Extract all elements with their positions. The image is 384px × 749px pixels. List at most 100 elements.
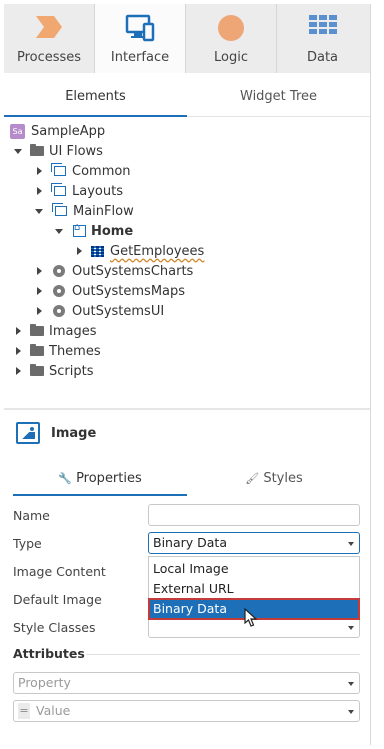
type-select[interactable]: Binary Data [148,532,360,554]
processes-icon [34,14,64,43]
tab-interface-label: Interface [110,50,170,65]
expression-equals-icon: = [18,703,30,719]
tree-label: Home [91,223,134,239]
panel-splitter[interactable] [4,408,370,410]
ui-flow-icon [51,183,66,196]
tab-widget-tree[interactable]: Widget Tree [187,78,370,116]
chevron-down-icon [348,626,354,630]
tab-interface[interactable]: Interface [95,4,186,73]
tab-properties-label: Properties [76,471,142,486]
folder-icon [30,324,44,336]
module-icon [53,305,65,317]
tab-data-label: Data [306,50,339,65]
tree-item-ui-flows[interactable]: UI Flows [14,141,103,161]
app-icon: Sa [10,123,25,139]
top-tab-bar: Processes Interface Logic Data [4,4,370,73]
default-image-label: Default Image [13,592,102,607]
ui-flow-icon [51,163,66,176]
properties-header: Image [16,418,96,448]
tree-item-images[interactable]: Images [16,321,97,341]
attributes-title: Attributes [13,646,85,661]
chevron-down-icon [348,682,354,686]
tree-label: OutSystemsUI [72,303,165,319]
type-label: Type [13,536,42,551]
name-label: Name [13,508,50,523]
tree-label: OutSystemsMaps [72,283,186,299]
chevron-right-icon[interactable] [37,307,42,315]
tree-item-sampleapp[interactable]: Sa SampleApp [10,121,105,141]
style-classes-label: Style Classes [13,620,96,635]
brush-icon: 🖌 [245,472,260,485]
tab-logic-label: Logic [214,50,248,65]
divider [86,654,360,655]
data-icon [308,14,338,43]
name-input[interactable] [148,504,360,526]
tree-label: UI Flows [49,143,103,159]
chevron-right-icon[interactable] [16,347,21,355]
tab-processes-label: Processes [16,50,82,65]
tree-item-getemployees[interactable]: GetEmployees [77,241,204,261]
tab-data[interactable]: Data [277,4,368,73]
chevron-right-icon[interactable] [16,367,21,375]
type-select-value: Binary Data [153,535,227,550]
interface-icon [125,14,155,45]
tab-elements[interactable]: Elements [4,78,187,117]
service-studio-panel: Processes Interface Logic Data Elements … [4,4,371,745]
value-placeholder: Value [36,703,71,718]
tree-label: Images [49,323,97,339]
chevron-right-icon[interactable] [37,167,42,175]
chevron-right-icon[interactable] [16,327,21,335]
image-widget-icon [16,422,40,444]
tree-item-outsystemscharts[interactable]: OutSystemsCharts [37,261,193,281]
tree-label: MainFlow [73,203,134,219]
tree-item-themes[interactable]: Themes [16,341,101,361]
chevron-down-icon[interactable] [14,148,22,154]
tree-label: Layouts [72,183,123,199]
tab-styles[interactable]: 🖌 Styles [187,462,361,496]
tree-item-home[interactable]: Home [55,221,133,241]
chevron-down-icon [348,542,354,546]
widget-title: Image [51,425,97,441]
module-icon [53,265,65,277]
attribute-value-input[interactable]: = Value [13,700,360,722]
tree-label: OutSystemsCharts [72,263,194,279]
tree-label: Themes [49,343,101,359]
chevron-down-icon [348,710,354,714]
option-local-image[interactable]: Local Image [149,559,359,579]
logic-icon [216,14,246,45]
folder-icon [30,364,44,376]
aggregate-icon [91,245,104,257]
chevron-right-icon[interactable] [77,247,82,255]
properties-tabs: 🔧 Properties 🖌 Styles [13,462,361,496]
tab-properties[interactable]: 🔧 Properties [13,462,187,496]
tree-item-scripts[interactable]: Scripts [16,361,93,381]
chevron-right-icon[interactable] [37,287,42,295]
ui-flow-icon [52,203,67,216]
property-placeholder: Property [18,675,71,690]
tab-styles-label: Styles [263,471,303,486]
tree-label: GetEmployees [110,243,205,259]
tree-item-common[interactable]: Common [37,161,131,181]
mouse-cursor-icon [244,607,258,631]
image-content-label: Image Content [13,564,106,579]
tab-logic[interactable]: Logic [186,4,277,73]
tree-label: SampleApp [31,123,106,139]
module-icon [53,285,65,297]
tree-label: Common [72,163,131,179]
chevron-right-icon[interactable] [37,187,42,195]
wrench-icon: 🔧 [58,472,72,485]
chevron-right-icon[interactable] [37,267,42,275]
folder-icon [30,344,44,356]
chevron-down-icon[interactable] [55,228,63,234]
tree-item-outsystemsmaps[interactable]: OutSystemsMaps [37,281,185,301]
folder-icon [30,144,44,156]
tree-item-layouts[interactable]: Layouts [37,181,123,201]
chevron-down-icon[interactable] [35,208,43,214]
tree-label: Scripts [49,363,94,379]
attribute-property-select[interactable]: Property [13,672,360,694]
tree-item-mainflow[interactable]: MainFlow [35,201,134,221]
tab-processes[interactable]: Processes [4,4,95,73]
option-external-url[interactable]: External URL [149,579,359,599]
home-screen-icon [73,222,86,237]
tree-item-outsystemsui[interactable]: OutSystemsUI [37,301,164,321]
